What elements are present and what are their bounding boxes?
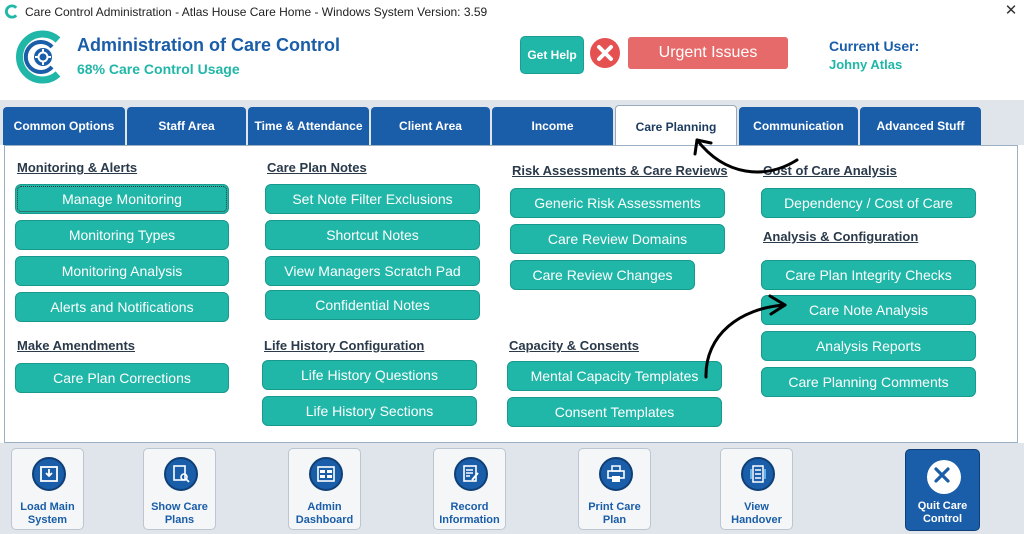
load-main-system-button[interactable]: Load Main System — [11, 448, 84, 530]
current-user-name: Johny Atlas — [829, 57, 903, 72]
manage-monitoring-button[interactable]: Manage Monitoring — [15, 184, 229, 214]
tool-label-line2: Dashboard — [295, 514, 354, 526]
section-title-analysis: Analysis & Configuration — [763, 229, 919, 244]
tab-staff-area[interactable]: Staff Area — [127, 107, 246, 145]
confidential-notes-button[interactable]: Confidential Notes — [265, 290, 480, 320]
tool-label-line2: System — [27, 514, 68, 526]
tab-income[interactable]: Income — [492, 107, 613, 145]
handover-list-icon — [741, 457, 775, 491]
tool-label-line2: Plans — [164, 514, 195, 526]
admin-dashboard-button[interactable]: Admin Dashboard — [288, 448, 361, 530]
life-history-sections-button[interactable]: Life History Sections — [262, 396, 477, 426]
download-icon — [32, 457, 66, 491]
tool-label-line2: Control — [922, 513, 963, 525]
analysis-reports-button[interactable]: Analysis Reports — [761, 331, 976, 361]
tab-time-attendance[interactable]: Time & Attendance — [248, 107, 369, 145]
view-handover-button[interactable]: View Handover — [720, 448, 793, 530]
mental-capacity-templates-button[interactable]: Mental Capacity Templates — [507, 361, 722, 391]
usage-indicator: 68% Care Control Usage — [77, 61, 240, 77]
tool-label-line2: Information — [439, 514, 500, 526]
app-heading: Administration of Care Control — [77, 35, 341, 55]
tool-label-line2: Plan — [602, 514, 627, 526]
care-note-analysis-button[interactable]: Care Note Analysis — [761, 295, 976, 325]
tab-common-options[interactable]: Common Options — [3, 107, 125, 145]
tool-label-line1: Print Care — [588, 501, 641, 513]
section-title-cost: Cost of Care Analysis — [763, 163, 897, 178]
show-care-plans-button[interactable]: Show Care Plans — [143, 448, 216, 530]
section-title-monitoring: Monitoring & Alerts — [17, 160, 138, 175]
tool-label-line1: Record — [450, 501, 489, 513]
tab-advanced-stuff[interactable]: Advanced Stuff — [860, 107, 981, 145]
view-managers-scratch-pad-button[interactable]: View Managers Scratch Pad — [265, 256, 480, 286]
life-history-questions-button[interactable]: Life History Questions — [262, 360, 477, 390]
shortcut-notes-button[interactable]: Shortcut Notes — [265, 220, 480, 250]
section-title-notes: Care Plan Notes — [267, 160, 367, 175]
window-close-button[interactable]: ✕ — [1001, 0, 1021, 22]
monitoring-analysis-button[interactable]: Monitoring Analysis — [15, 256, 229, 286]
tool-label-line2: Handover — [731, 514, 782, 526]
tab-client-area[interactable]: Client Area — [371, 107, 490, 145]
care-plan-integrity-checks-button[interactable]: Care Plan Integrity Checks — [761, 260, 976, 290]
quit-care-control-button[interactable]: Quit Care Control — [905, 449, 980, 531]
tool-label-line1: Admin — [307, 501, 342, 513]
document-search-icon — [164, 457, 198, 491]
tool-label-line1: Quit Care — [917, 500, 968, 512]
record-information-button[interactable]: Record Information — [433, 448, 506, 530]
section-title-amendments: Make Amendments — [17, 338, 135, 353]
section-title-life-history: Life History Configuration — [264, 338, 425, 353]
tab-communication[interactable]: Communication — [739, 107, 858, 145]
get-help-button[interactable]: Get Help — [520, 36, 584, 74]
care-review-changes-button[interactable]: Care Review Changes — [510, 260, 695, 290]
close-icon — [927, 460, 961, 494]
window-title: Care Control Administration - Atlas Hous… — [25, 5, 488, 19]
section-title-risk: Risk Assessments & Care Reviews — [512, 163, 728, 178]
title-bar: Care Control Administration - Atlas Hous… — [0, 0, 1024, 24]
app-logo-icon — [4, 4, 18, 19]
tab-care-planning[interactable]: Care Planning — [615, 105, 737, 147]
print-care-plan-button[interactable]: Print Care Plan — [578, 448, 651, 530]
care-control-logo — [16, 30, 61, 84]
care-planning-comments-button[interactable]: Care Planning Comments — [761, 367, 976, 397]
tool-label-line1: View — [744, 501, 769, 513]
alert-close-icon[interactable] — [589, 37, 621, 69]
tool-label-line1: Load Main — [20, 501, 75, 513]
monitoring-types-button[interactable]: Monitoring Types — [15, 220, 229, 250]
care-review-domains-button[interactable]: Care Review Domains — [510, 224, 725, 254]
care-plan-corrections-button[interactable]: Care Plan Corrections — [15, 363, 229, 393]
dependency-cost-of-care-button[interactable]: Dependency / Cost of Care — [761, 188, 976, 218]
set-note-filter-exclusions-button[interactable]: Set Note Filter Exclusions — [265, 184, 480, 214]
dashboard-icon — [309, 457, 343, 491]
tool-label-line1: Show Care — [151, 501, 208, 513]
alerts-notifications-button[interactable]: Alerts and Notifications — [15, 292, 229, 322]
consent-templates-button[interactable]: Consent Templates — [507, 397, 722, 427]
section-title-capacity: Capacity & Consents — [509, 338, 640, 353]
generic-risk-assessments-button[interactable]: Generic Risk Assessments — [510, 188, 725, 218]
current-user-label: Current User: — [829, 38, 920, 54]
printer-icon — [599, 457, 633, 491]
urgent-issues-button[interactable]: Urgent Issues — [628, 37, 788, 69]
edit-document-icon — [454, 457, 488, 491]
